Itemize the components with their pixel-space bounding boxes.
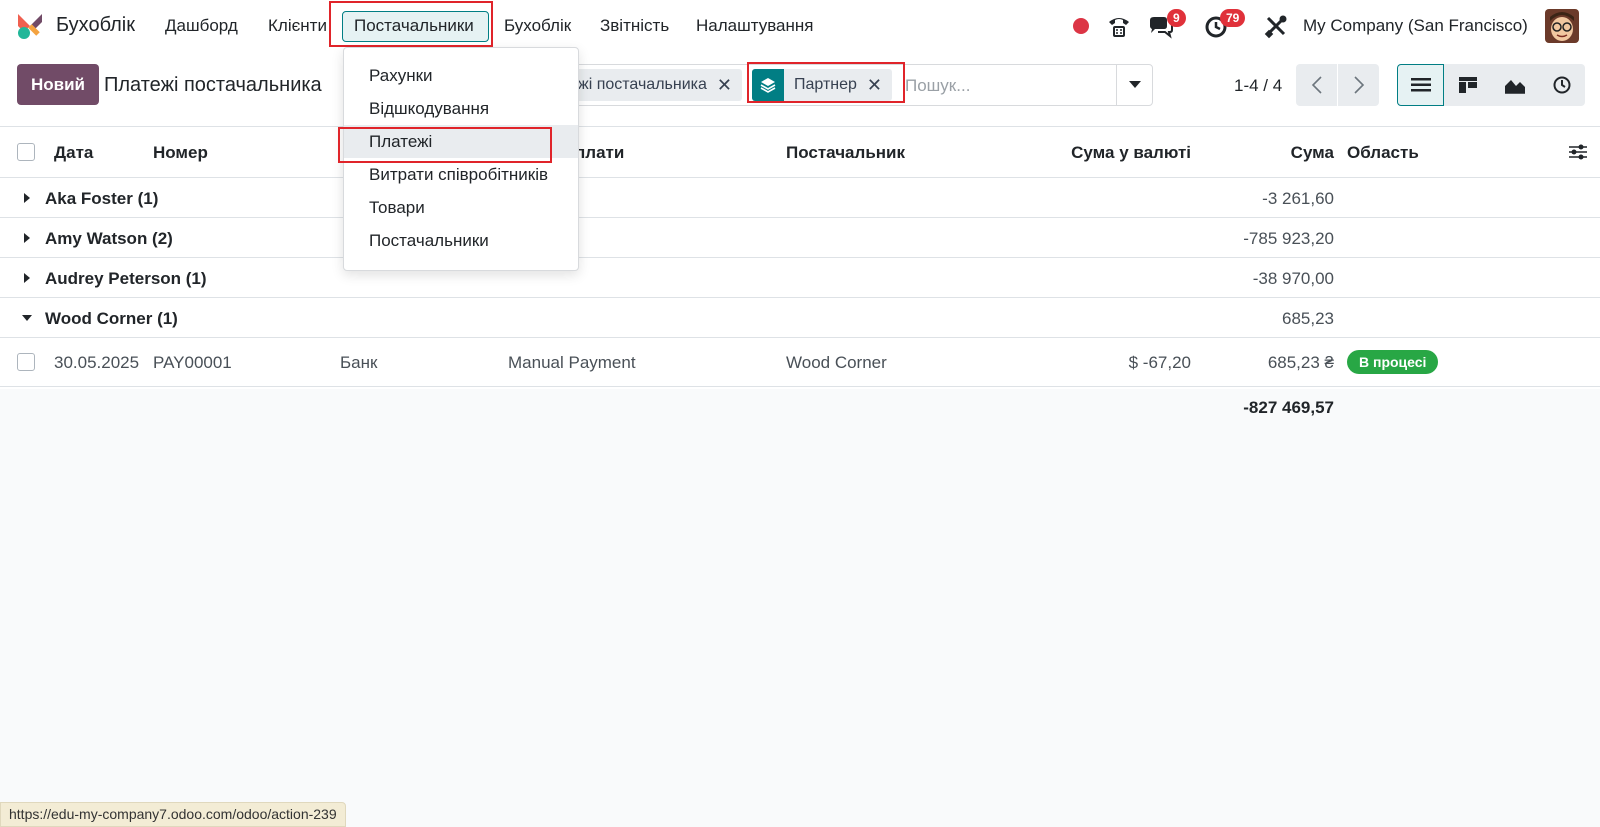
optional-columns-icon[interactable]	[1568, 143, 1588, 161]
layers-icon	[752, 69, 784, 101]
column-number[interactable]: Номер	[153, 143, 208, 163]
cell-date: 30.05.2025	[54, 353, 140, 372]
vendors-dropdown-menu: Рахунки Відшкодування Платежі Витрати сп…	[343, 47, 579, 271]
status-bar-url: https://edu-my-company7.odoo.com/odoo/ac…	[0, 802, 346, 827]
facet-label: Партнер	[794, 76, 857, 93]
menu-vendors[interactable]: Постачальники	[354, 16, 474, 36]
menu-reporting[interactable]: Звітність	[600, 16, 669, 36]
select-all-checkbox[interactable]	[17, 143, 35, 161]
dropdown-item-refunds[interactable]: Відшкодування	[344, 92, 578, 125]
recording-indicator-icon[interactable]	[1073, 18, 1089, 34]
menu-configuration[interactable]: Налаштування	[696, 16, 814, 36]
menu-accounting[interactable]: Бухоблік	[504, 16, 571, 36]
search-facet-partner: Партнер ✕	[752, 69, 892, 101]
search-input[interactable]: Пошук...	[905, 76, 970, 96]
caret-right-icon	[24, 273, 30, 283]
list-total: -827 469,57	[1243, 398, 1334, 417]
caret-down-icon	[1129, 81, 1141, 88]
user-avatar-icon	[1545, 9, 1579, 43]
column-status[interactable]: Область	[1347, 143, 1419, 163]
activity-view-button[interactable]	[1538, 64, 1585, 106]
chevron-left-icon	[1311, 76, 1322, 94]
facet-label: жі постачальника	[578, 76, 707, 93]
group-row[interactable]: Wood Corner (1) 685,23	[0, 298, 1600, 338]
kanban-view-button[interactable]	[1444, 64, 1491, 106]
pager-previous-button[interactable]	[1296, 64, 1337, 106]
pager-next-button[interactable]	[1338, 64, 1379, 106]
caret-down-icon	[22, 315, 32, 321]
area-chart-icon	[1504, 80, 1525, 94]
remove-facet-icon[interactable]: ✕	[867, 75, 882, 96]
group-sum: -3 261,60	[1262, 189, 1334, 208]
status-badge: В процесі	[1347, 350, 1439, 374]
group-sum: -38 970,00	[1252, 269, 1334, 288]
list-view-button[interactable]	[1397, 64, 1444, 106]
activities-count-badge: 79	[1220, 9, 1246, 27]
group-sum: -785 923,20	[1243, 229, 1334, 248]
company-switcher[interactable]: My Company (San Francisco)	[1303, 16, 1528, 36]
app-name[interactable]: Бухоблік	[56, 14, 135, 37]
chevron-right-icon	[1353, 76, 1364, 94]
search-options-toggle[interactable]	[1116, 64, 1153, 106]
pager-value[interactable]: 1-4 / 4	[1234, 76, 1282, 96]
dropdown-item-vendors[interactable]: Постачальники	[344, 224, 578, 257]
menu-dashboard[interactable]: Дашборд	[165, 16, 238, 36]
cell-payment-method: Manual Payment	[508, 353, 636, 372]
dropdown-item-bills[interactable]: Рахунки	[344, 59, 578, 92]
kanban-icon	[1458, 77, 1477, 93]
cell-amount: 685,23 ₴	[1267, 353, 1334, 372]
cell-vendor: Wood Corner	[786, 353, 887, 372]
page-title: Платежі постачальника	[104, 74, 322, 96]
group-name: Aka Foster (1)	[45, 189, 159, 208]
caret-right-icon	[24, 193, 30, 203]
column-vendor[interactable]: Постачальник	[786, 143, 905, 163]
list-icon	[1410, 78, 1431, 92]
graph-view-button[interactable]	[1491, 64, 1538, 106]
dropdown-item-products[interactable]: Товари	[344, 191, 578, 224]
column-payment-method[interactable]: плати	[575, 143, 624, 163]
top-navbar: Бухоблік Дашборд Клієнти Постачальники Б…	[0, 0, 1600, 52]
new-button[interactable]: Новий	[17, 64, 99, 105]
column-amount-currency[interactable]: Сума у валюті	[1071, 143, 1191, 163]
group-name: Audrey Peterson (1)	[45, 269, 207, 288]
phone-icon[interactable]	[1105, 12, 1133, 40]
list-empty-area	[0, 389, 1600, 827]
column-date[interactable]: Дата	[54, 143, 93, 163]
caret-right-icon	[24, 233, 30, 243]
group-name: Wood Corner (1)	[45, 309, 178, 328]
cell-number: PAY00001	[153, 353, 232, 372]
clock-icon	[1553, 76, 1570, 94]
remove-facet-icon[interactable]: ✕	[717, 75, 732, 96]
dropdown-item-payments[interactable]: Платежі	[344, 125, 578, 158]
dropdown-item-employee-expenses[interactable]: Витрати співробітників	[344, 158, 578, 191]
cell-amount-currency: $ -67,20	[1128, 353, 1191, 372]
column-amount[interactable]: Сума	[1291, 143, 1334, 163]
row-checkbox[interactable]	[17, 353, 35, 371]
group-row[interactable]: Aka Foster (1) -3 261,60	[0, 178, 1600, 218]
tools-icon[interactable]	[1262, 12, 1290, 40]
cell-journal: Банк	[340, 353, 378, 372]
group-name: Amy Watson (2)	[45, 229, 173, 248]
group-row[interactable]: Audrey Peterson (1) -38 970,00	[0, 258, 1600, 298]
user-avatar[interactable]	[1545, 9, 1579, 43]
list-header: Дата Номер плати Постачальник Сума у вал…	[0, 126, 1600, 178]
messages-count-badge: 9	[1167, 9, 1186, 27]
search-facet-vendor-payments: жі постачальника ✕	[560, 69, 742, 101]
group-row[interactable]: Amy Watson (2) -785 923,20	[0, 218, 1600, 258]
accounting-app-icon[interactable]	[16, 12, 44, 40]
table-row[interactable]: 30.05.2025 PAY00001 Банк Manual Payment …	[0, 338, 1600, 387]
menu-customers[interactable]: Клієнти	[268, 16, 327, 36]
group-sum: 685,23	[1282, 309, 1334, 328]
